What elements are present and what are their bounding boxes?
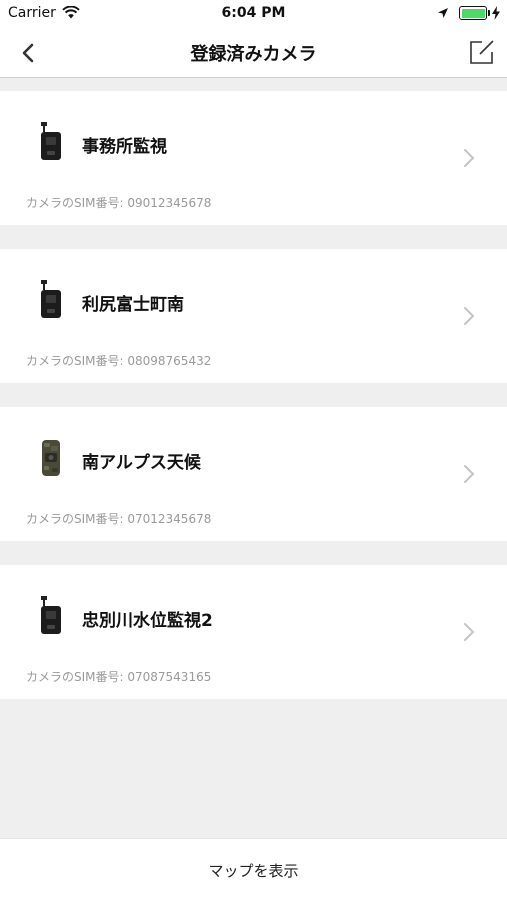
chevron-right-icon (464, 465, 475, 483)
camera-list-item[interactable]: 利尻富士町南 カメラのSIM番号: 08098765432 (0, 249, 507, 383)
page-title: 登録済みカメラ (190, 44, 317, 65)
battery-icon (459, 6, 487, 20)
camera-name: 利尻富士町南 (82, 295, 184, 315)
battery-tip (488, 10, 490, 16)
location-arrow-icon (438, 8, 448, 18)
camera-sim-number: カメラのSIM番号: 09012345678 (26, 196, 212, 210)
chevron-right-icon (464, 623, 475, 641)
camera-device-icon (41, 596, 61, 634)
bottom-toolbar: マップを表示 (0, 838, 507, 900)
camera-name: 忠別川水位監視2 (82, 611, 213, 631)
camera-name: 南アルプス天候 (82, 453, 201, 473)
camera-device-icon (42, 440, 60, 476)
camera-list-item[interactable]: 事務所監視 カメラのSIM番号: 09012345678 (0, 91, 507, 225)
clock: 6:04 PM (221, 5, 286, 21)
camera-list-item[interactable]: 忠別川水位監視2 カメラのSIM番号: 07087543165 (0, 565, 507, 699)
camera-sim-number: カメラのSIM番号: 07012345678 (26, 512, 212, 526)
compose-icon[interactable] (468, 38, 496, 66)
chevron-right-icon (464, 149, 475, 167)
charging-bolt-icon (492, 6, 500, 20)
camera-sim-number: カメラのSIM番号: 08098765432 (26, 354, 212, 368)
camera-name: 事務所監視 (82, 137, 167, 157)
camera-sim-number: カメラのSIM番号: 07087543165 (26, 670, 212, 684)
camera-list-item[interactable]: 南アルプス天候 カメラのSIM番号: 07012345678 (0, 407, 507, 541)
show-map-button[interactable]: マップを表示 (0, 860, 507, 881)
camera-device-icon (41, 122, 61, 160)
status-bar: Carrier 6:04 PM (0, 0, 507, 26)
camera-device-icon (41, 280, 61, 318)
chevron-right-icon (464, 307, 475, 325)
navigation-bar: 登録済みカメラ (0, 26, 507, 78)
